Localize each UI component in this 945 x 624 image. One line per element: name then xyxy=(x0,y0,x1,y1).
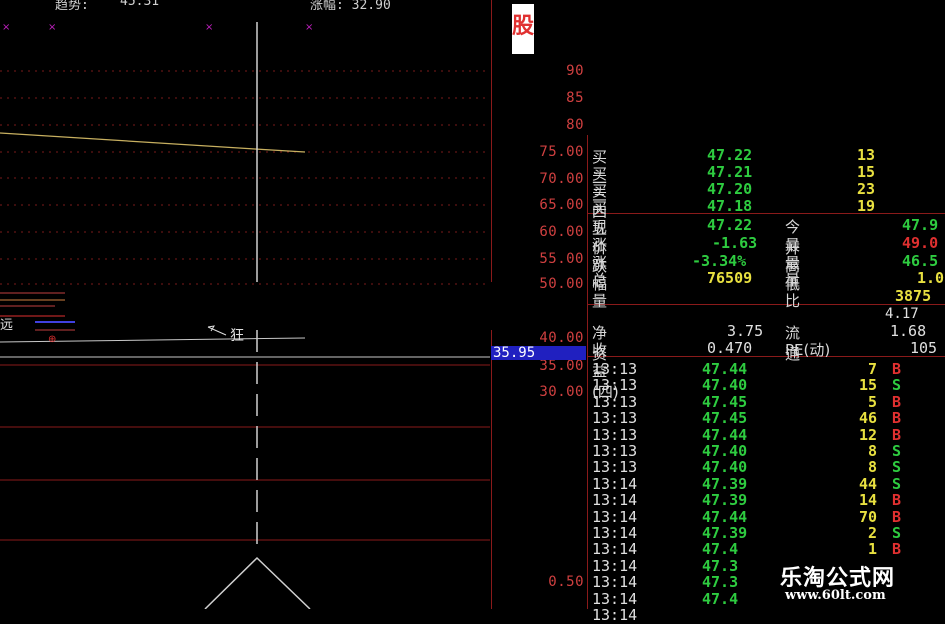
axis-label: 65.00 xyxy=(539,197,584,213)
tick-volume: 5 xyxy=(867,392,877,411)
tick-volume: 7 xyxy=(867,360,877,378)
tick-time: 13:13 xyxy=(592,360,638,378)
tick-price: 47.39 xyxy=(702,474,748,493)
marker: × xyxy=(48,22,56,33)
tick-volume: 44 xyxy=(858,474,877,493)
tick-volume: 12 xyxy=(858,425,877,444)
tick-side: S xyxy=(892,458,902,477)
axis-label: 70.00 xyxy=(539,171,584,187)
tick-side: B xyxy=(892,507,902,526)
panel-hline xyxy=(587,213,945,214)
annotation-char: 远 xyxy=(0,318,13,333)
tick-time: 13:14 xyxy=(592,524,638,542)
axis-label: 85 xyxy=(566,90,584,106)
tick-price: 47.39 xyxy=(702,524,748,542)
tick-price: 47.45 xyxy=(702,409,748,428)
tick-time: 13:14 xyxy=(592,573,638,592)
top-markers: × × × × xyxy=(2,22,313,33)
panel-hline xyxy=(587,304,945,305)
corner-logo: 股 xyxy=(512,4,534,54)
axis-label: 50.00 xyxy=(539,276,584,292)
tick-price: 47.44 xyxy=(702,360,748,378)
tick-price: 47.40 xyxy=(702,376,748,395)
tick-side: B xyxy=(892,360,902,378)
tick-time: 13:13 xyxy=(592,425,638,444)
indicator-block: 远 ⊕ xyxy=(0,292,306,345)
tick-time: 13:13 xyxy=(592,376,638,395)
tick-volume: 8 xyxy=(867,458,877,477)
tick-time: 13:14 xyxy=(592,491,638,510)
tick-price: 47.3 xyxy=(702,556,739,575)
tick-price: 47.44 xyxy=(702,507,748,526)
price-chart[interactable]: × × × × 远 ⊕ 狂 xyxy=(0,0,490,609)
tick-time: 13:13 xyxy=(592,409,638,428)
tick-time: 13:14 xyxy=(592,540,638,559)
tick-time: 13:13 xyxy=(592,442,638,460)
annotation-icon: ⊕ xyxy=(48,334,56,345)
extra-value: 4.17 xyxy=(885,306,919,322)
tick-side: B xyxy=(892,392,902,411)
axis-label: 80 xyxy=(566,117,584,133)
extra-value: 3875 xyxy=(895,287,932,305)
tick-time: 13:14 xyxy=(592,589,638,608)
axis-divider-upper xyxy=(491,0,492,282)
tick-time: 13:14 xyxy=(592,556,638,575)
tick-time: 13:13 xyxy=(592,458,638,477)
tick-price: 47.40 xyxy=(702,442,748,460)
watermark-url: www.60lt.com xyxy=(785,588,886,603)
tick-price: 47.39 xyxy=(702,491,748,510)
tick-volume: 15 xyxy=(858,376,877,395)
axis-label: 75.00 xyxy=(539,144,584,160)
tick-price: 47.4 xyxy=(702,589,739,608)
lower-grid xyxy=(0,364,490,541)
marker: × xyxy=(2,22,10,33)
tick-price: 47.40 xyxy=(702,458,748,477)
axis-label: 0.50 xyxy=(548,574,584,590)
annotation-arrow: 狂 xyxy=(207,325,244,344)
annotation-text: 狂 xyxy=(230,328,244,344)
tick-volume: 70 xyxy=(858,507,877,526)
axis-label: 40.00 xyxy=(539,330,584,346)
tick-side: S xyxy=(892,474,902,493)
tick-volume: 8 xyxy=(867,442,877,460)
tick-price: 47.45 xyxy=(702,392,748,411)
tick-time: 13:13 xyxy=(592,392,638,411)
marker: × xyxy=(305,22,313,33)
panel-divider xyxy=(587,135,588,609)
axis-label: 90 xyxy=(566,63,584,79)
tick-volume: 46 xyxy=(858,409,877,428)
axis-label: 55.00 xyxy=(539,251,584,267)
tick-side: B xyxy=(892,491,902,510)
tick-side: S xyxy=(892,524,902,542)
tick-price: 47.44 xyxy=(702,425,748,444)
bottom-triangle xyxy=(204,556,311,609)
price-line xyxy=(0,132,306,153)
corner-logo-char: 股 xyxy=(512,14,535,39)
axis-label: 60.00 xyxy=(539,224,584,240)
tick-price: 47.3 xyxy=(702,573,739,592)
tick-volume: 2 xyxy=(867,524,877,542)
tick-time: 13:14 xyxy=(592,507,638,526)
axis-label: 30.00 xyxy=(539,384,584,400)
tick-side: B xyxy=(892,425,902,444)
axis-divider-lower xyxy=(491,330,492,609)
marker: × xyxy=(205,22,213,33)
tick-price: 47.4 xyxy=(702,540,739,559)
upper-grid xyxy=(0,70,490,285)
tick-time: 13:14 xyxy=(592,474,638,493)
panel-hline xyxy=(587,356,945,357)
tick-side: S xyxy=(892,442,902,460)
tick-side: S xyxy=(892,376,902,395)
current-price-marker: 35.95 xyxy=(491,346,586,360)
tick-volume: 14 xyxy=(858,491,877,510)
tick-side: B xyxy=(892,409,902,428)
